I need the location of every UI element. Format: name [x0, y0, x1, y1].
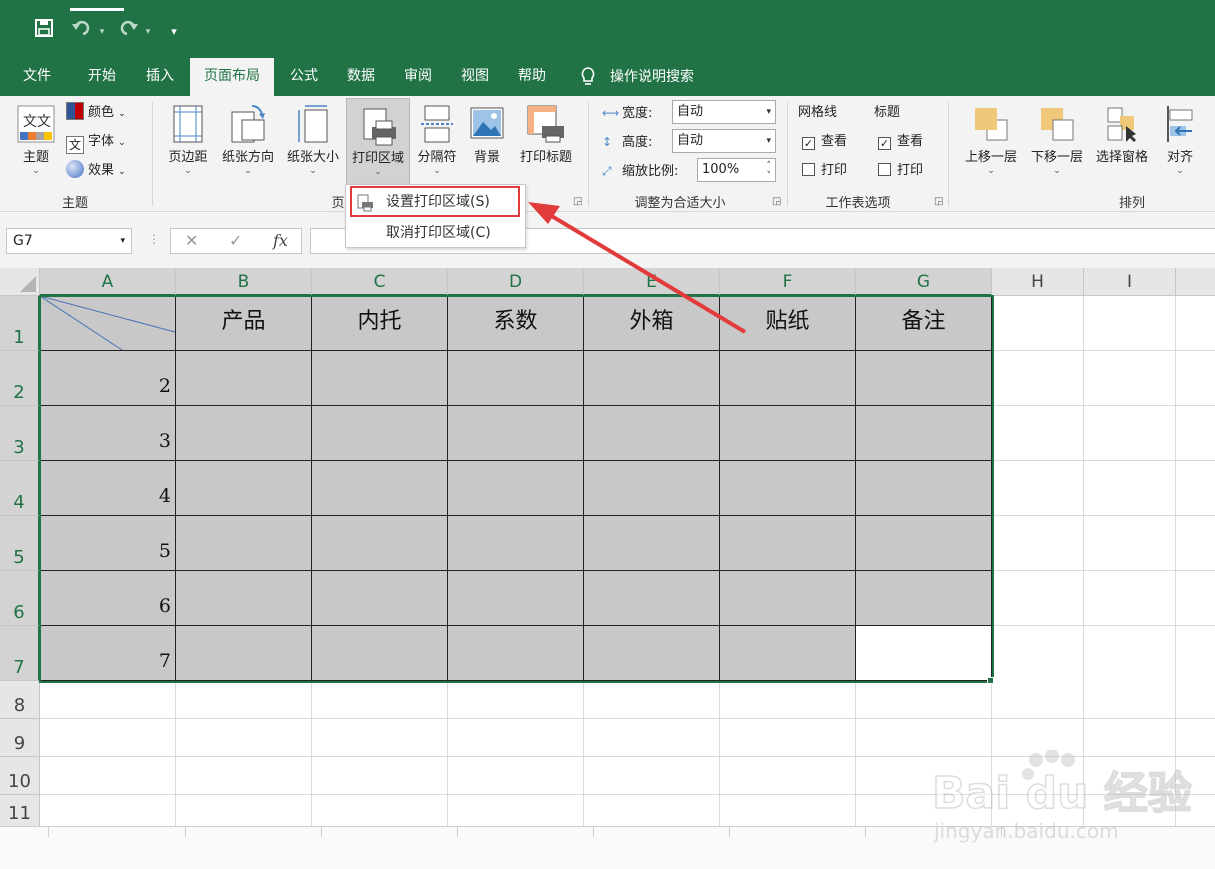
sheet-tab-strip[interactable]: [0, 826, 1215, 869]
annotation-highlight-box: [350, 186, 520, 217]
worksheet-grid[interactable]: A B C D E F G H I 1 2 3 4 5 6 7 8 9 10 1…: [0, 202, 1215, 869]
annotation-arrow: [528, 202, 747, 334]
excel-window: ▾ ▾ ▾ 文件 开始 插入 页面布局 公式 数据 审阅 视图 帮助 操作说明搜…: [0, 0, 1215, 869]
clear-print-area-menu-item[interactable]: 取消打印区域(C): [346, 218, 525, 248]
